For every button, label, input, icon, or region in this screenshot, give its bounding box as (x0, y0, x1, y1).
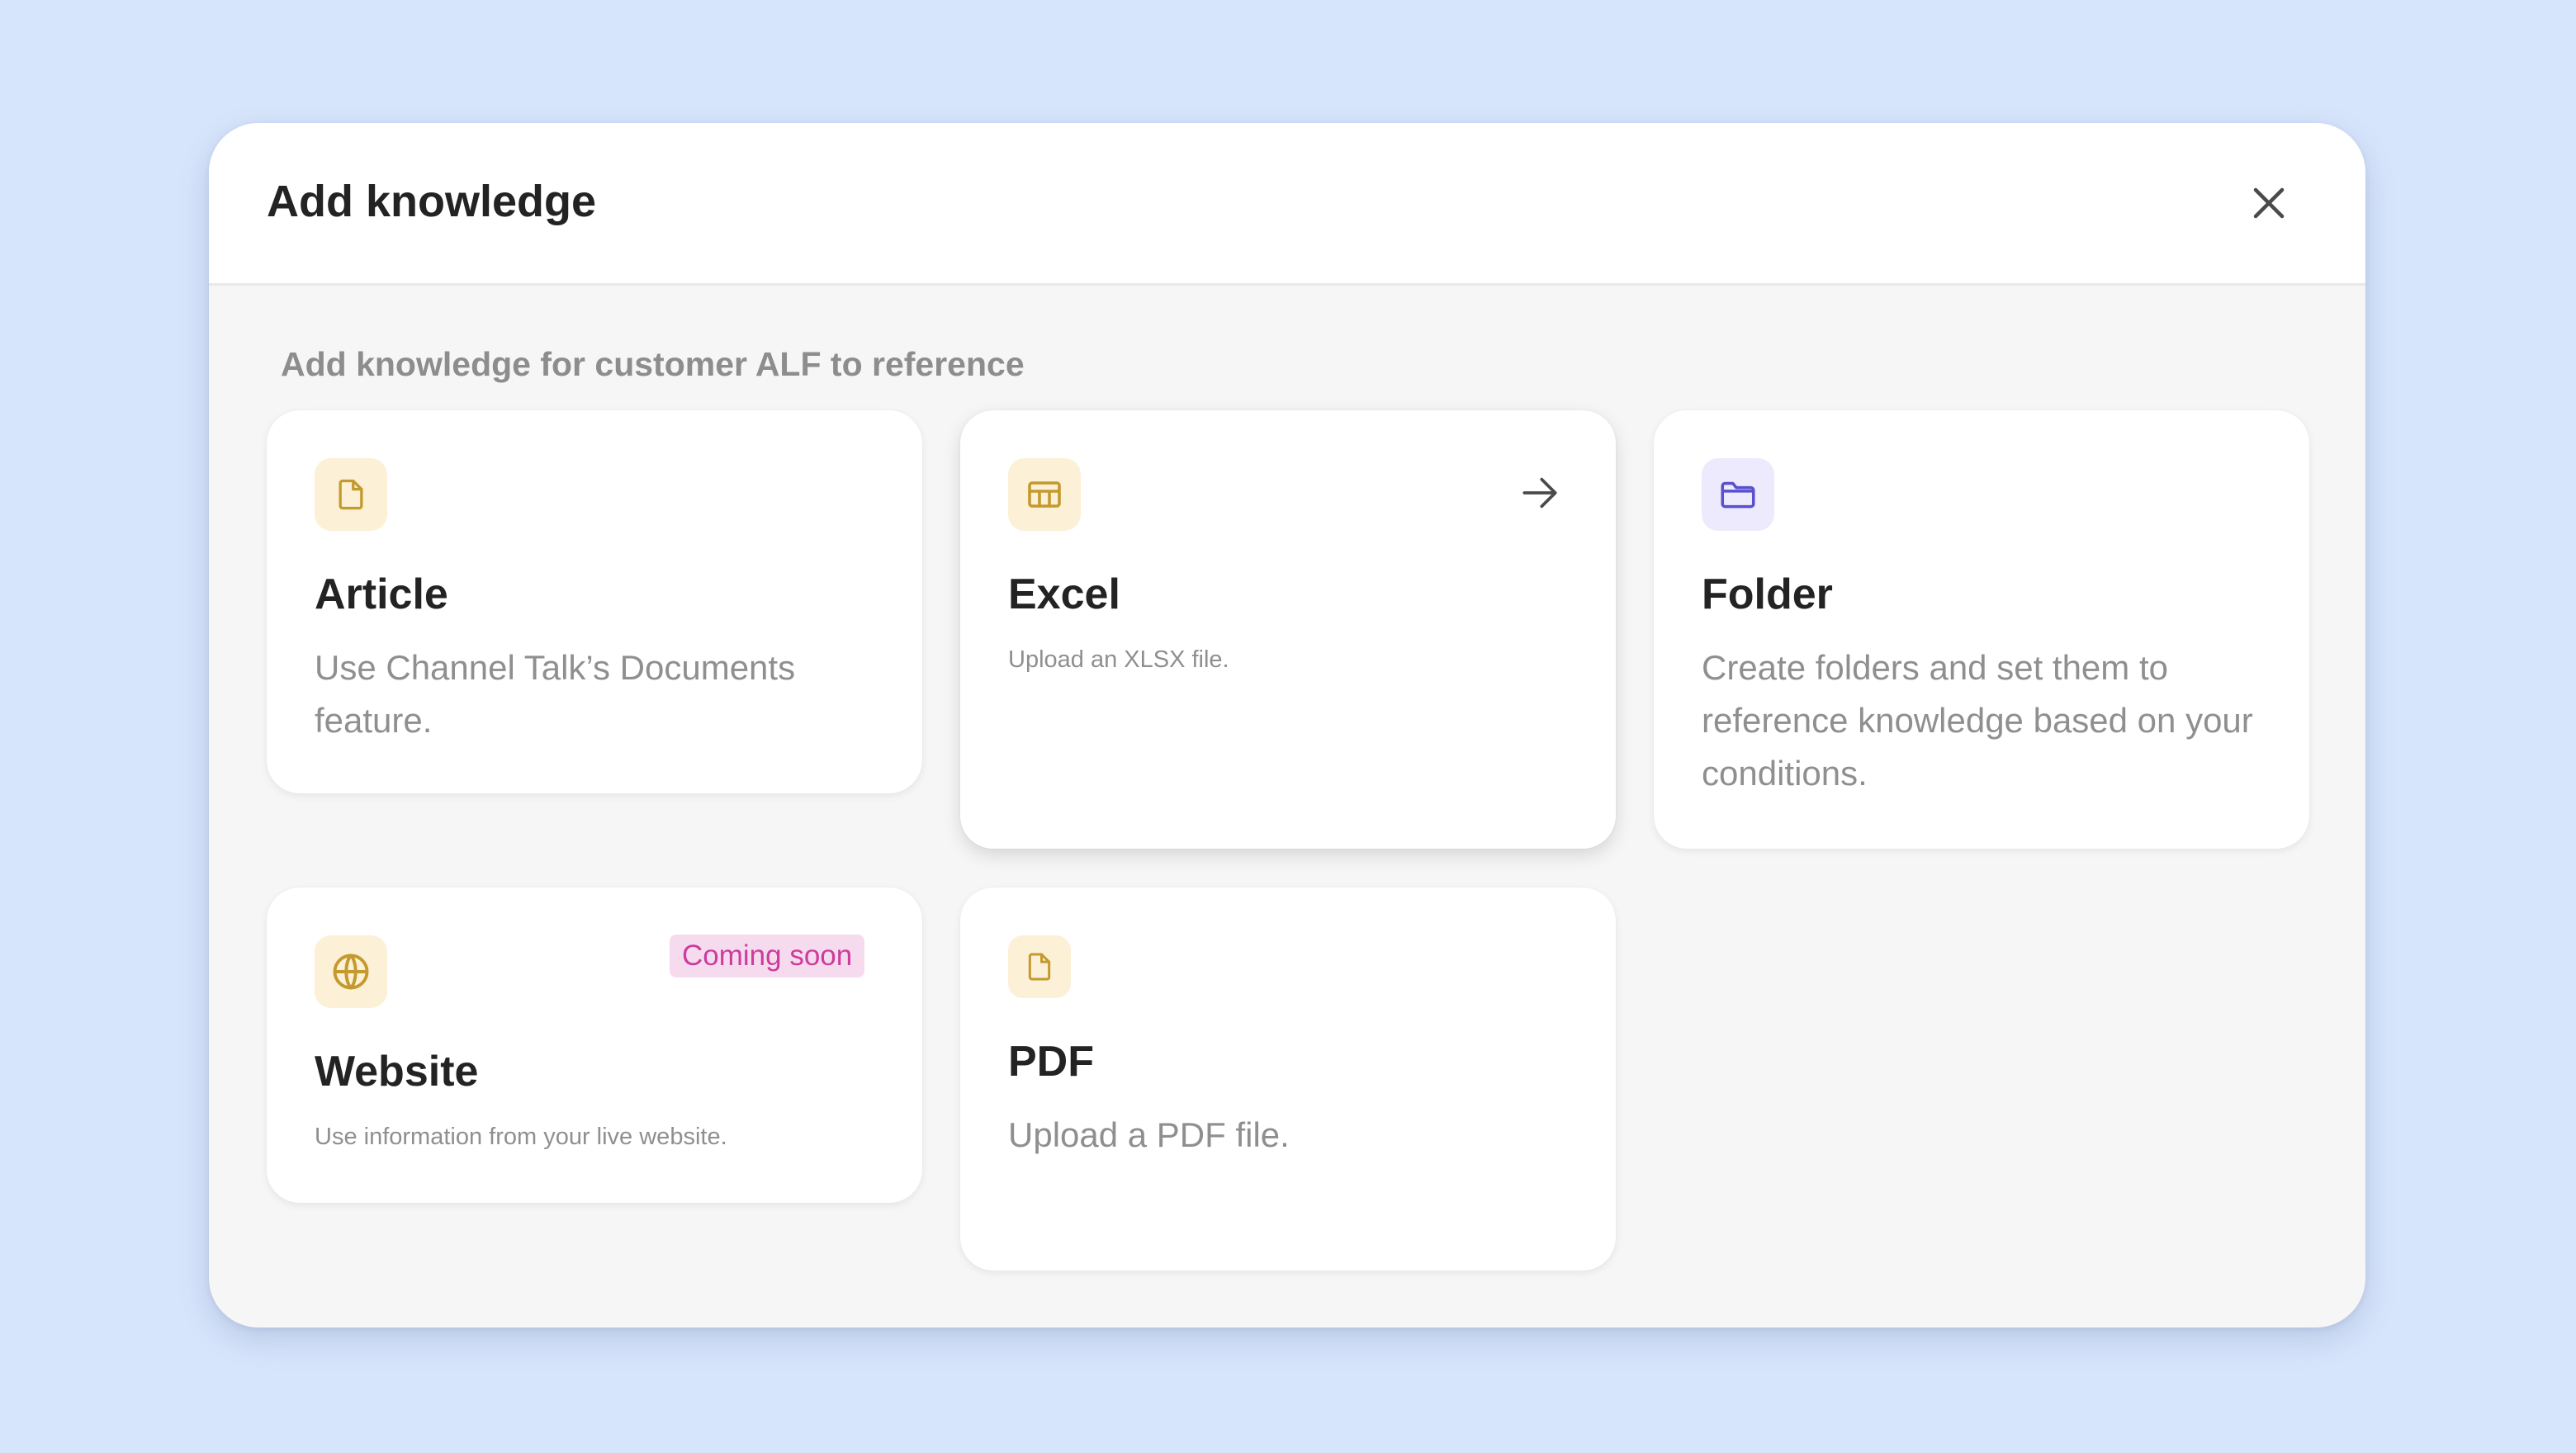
folder-card[interactable]: Folder Create folders and set them to re… (1654, 410, 2309, 849)
pdf-card[interactable]: PDF Upload a PDF file. (960, 887, 1616, 1271)
document-icon (1028, 953, 1051, 981)
article-icon-box (315, 458, 387, 531)
dialog-title: Add knowledge (267, 177, 597, 226)
add-knowledge-dialog: Add knowledge Add knowledge for customer… (209, 123, 2365, 1328)
article-description: Use Channel Talk’s Documents feature. (315, 648, 796, 740)
dialog-header: Add knowledge (209, 123, 2365, 286)
folder-icon-box (1702, 458, 1774, 531)
document-icon (339, 479, 363, 510)
website-icon-box (315, 935, 387, 1008)
excel-icon-box (1008, 458, 1081, 531)
close-button[interactable] (2232, 166, 2306, 240)
website-description: Use information from your live website. (315, 1124, 727, 1150)
website-card[interactable]: Coming soon Website Use information from… (267, 887, 922, 1203)
excel-description: Upload an XLSX file. (1008, 646, 1229, 673)
arrow-right-icon (1522, 477, 1557, 509)
dialog-subtitle: Add knowledge for customer ALF to refere… (281, 345, 1025, 383)
table-icon (1028, 481, 1061, 508)
pdf-description: Upload a PDF file. (1008, 1115, 1290, 1154)
pdf-icon-box (1008, 935, 1071, 998)
folder-description: Create folders and set them to reference… (1702, 648, 2253, 793)
coming-soon-badge: Coming soon (670, 935, 865, 977)
folder-icon (1721, 481, 1755, 509)
article-card[interactable]: Article Use Channel Talk’s Documents fea… (267, 410, 922, 793)
close-icon (2253, 187, 2285, 219)
article-title: Article (315, 570, 448, 618)
globe-icon (333, 954, 369, 990)
excel-card[interactable]: Excel Upload an XLSX file. (960, 410, 1616, 849)
excel-title: Excel (1008, 570, 1120, 618)
folder-title: Folder (1702, 570, 1833, 618)
website-title: Website (315, 1048, 479, 1096)
pdf-title: PDF (1008, 1038, 1094, 1086)
